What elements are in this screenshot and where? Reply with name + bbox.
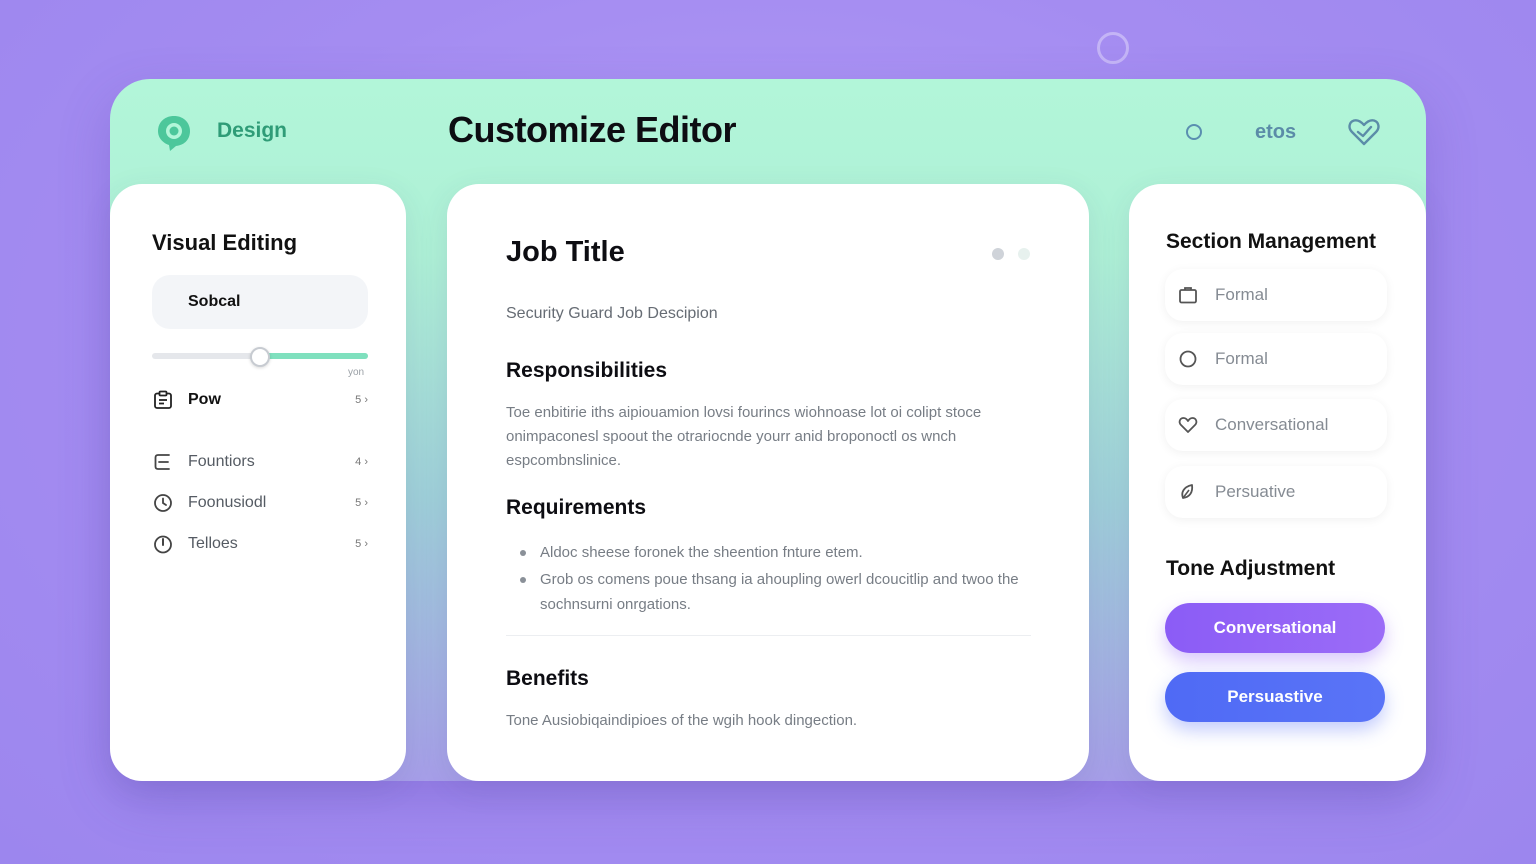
section-option-persuative[interactable]: Persuative — [1165, 466, 1387, 518]
clock-icon — [152, 492, 174, 514]
tone-adjustment-title: Tone Adjustment — [1166, 557, 1336, 580]
requirements-heading[interactable]: Requirements — [506, 496, 646, 520]
responsibilities-heading[interactable]: Responsibilities — [506, 359, 667, 383]
section-option-formal[interactable]: Formal — [1165, 269, 1387, 321]
editor-window: Design Customize Editor etos Visual Edit… — [110, 79, 1426, 781]
chat-bubble-logo-icon — [154, 113, 194, 153]
leaf-icon — [1177, 481, 1199, 503]
slider-caption: yon — [348, 367, 365, 378]
conversational-button[interactable]: Conversational — [1165, 603, 1385, 653]
document-subtitle[interactable]: Security Guard Job Descipion — [506, 305, 718, 323]
list-item[interactable]: Grob os comens poue thsang ia ahoupling … — [520, 567, 1022, 617]
folder-icon — [1177, 284, 1199, 306]
section-management-panel: Section Management Formal Formal Convers… — [1129, 184, 1426, 781]
section-divider — [506, 635, 1031, 636]
status-circle-icon[interactable] — [1186, 124, 1202, 140]
page-title: Customize Editor — [448, 109, 737, 150]
section-option-conversational[interactable]: Conversational — [1165, 399, 1387, 451]
list-item[interactable]: Aldoc sheese foronek the sheention fntur… — [520, 540, 1022, 565]
visual-editing-title: Visual Editing — [152, 230, 298, 255]
section-option-label: Conversational — [1215, 415, 1329, 434]
persuastive-button[interactable]: Persuastive — [1165, 672, 1385, 722]
left-item-count: 5 › — [355, 394, 368, 406]
section-option-label: Formal — [1215, 349, 1268, 368]
left-item-label: Telloes — [188, 535, 238, 552]
section-option-formal-2[interactable]: Formal — [1165, 333, 1387, 385]
brand-name: Design — [217, 119, 288, 142]
responsibilities-text[interactable]: Toe enbitirie iths aipiouamion lovsi fou… — [506, 401, 1041, 473]
section-option-label: Persuative — [1215, 482, 1296, 501]
left-item-telloes[interactable]: Telloes 5 › — [152, 532, 368, 556]
left-item-label: Fountiors — [188, 453, 255, 470]
decorative-ring — [1097, 32, 1129, 64]
style-input[interactable] — [152, 275, 368, 329]
header-link[interactable]: etos — [1255, 121, 1296, 144]
left-item-count: 5 › — [355, 497, 368, 509]
document-panel: Job Title Security Guard Job Descipion R… — [447, 184, 1089, 781]
circle-icon — [1177, 348, 1199, 370]
page-dot-active[interactable] — [992, 248, 1004, 260]
left-item-fountiors[interactable]: Fountiors 4 › — [152, 450, 368, 474]
left-item-pow[interactable]: Pow 5 › — [152, 388, 368, 412]
slider-handle[interactable] — [250, 347, 270, 367]
benefits-text[interactable]: Tone Ausiobiqaindipioes of the wgih hook… — [506, 709, 1041, 733]
heart-check-icon[interactable] — [1348, 117, 1380, 147]
left-item-count: 5 › — [355, 538, 368, 550]
clipboard-icon — [152, 389, 174, 411]
document-title[interactable]: Job Title — [506, 236, 625, 269]
header: Design Customize Editor etos — [110, 79, 1426, 184]
left-item-count: 4 › — [355, 456, 368, 468]
heart-icon — [1177, 414, 1199, 436]
visual-editing-panel: Visual Editing yon Pow 5 › Fountiors 4 ›… — [110, 184, 406, 781]
left-item-foonusiodl[interactable]: Foonusiodl 5 › — [152, 491, 368, 515]
benefits-heading[interactable]: Benefits — [506, 667, 589, 691]
section-option-label: Formal — [1215, 285, 1268, 304]
slider-fill — [260, 353, 368, 359]
page-dot[interactable] — [1018, 248, 1030, 260]
left-item-label: Pow — [188, 391, 221, 408]
left-item-label: Foonusiodl — [188, 494, 267, 511]
requirements-list: Aldoc sheese foronek the sheention fntur… — [520, 540, 1022, 619]
section-management-title: Section Management — [1166, 230, 1377, 253]
menu-lines-icon — [152, 451, 174, 473]
timer-icon — [152, 533, 174, 555]
